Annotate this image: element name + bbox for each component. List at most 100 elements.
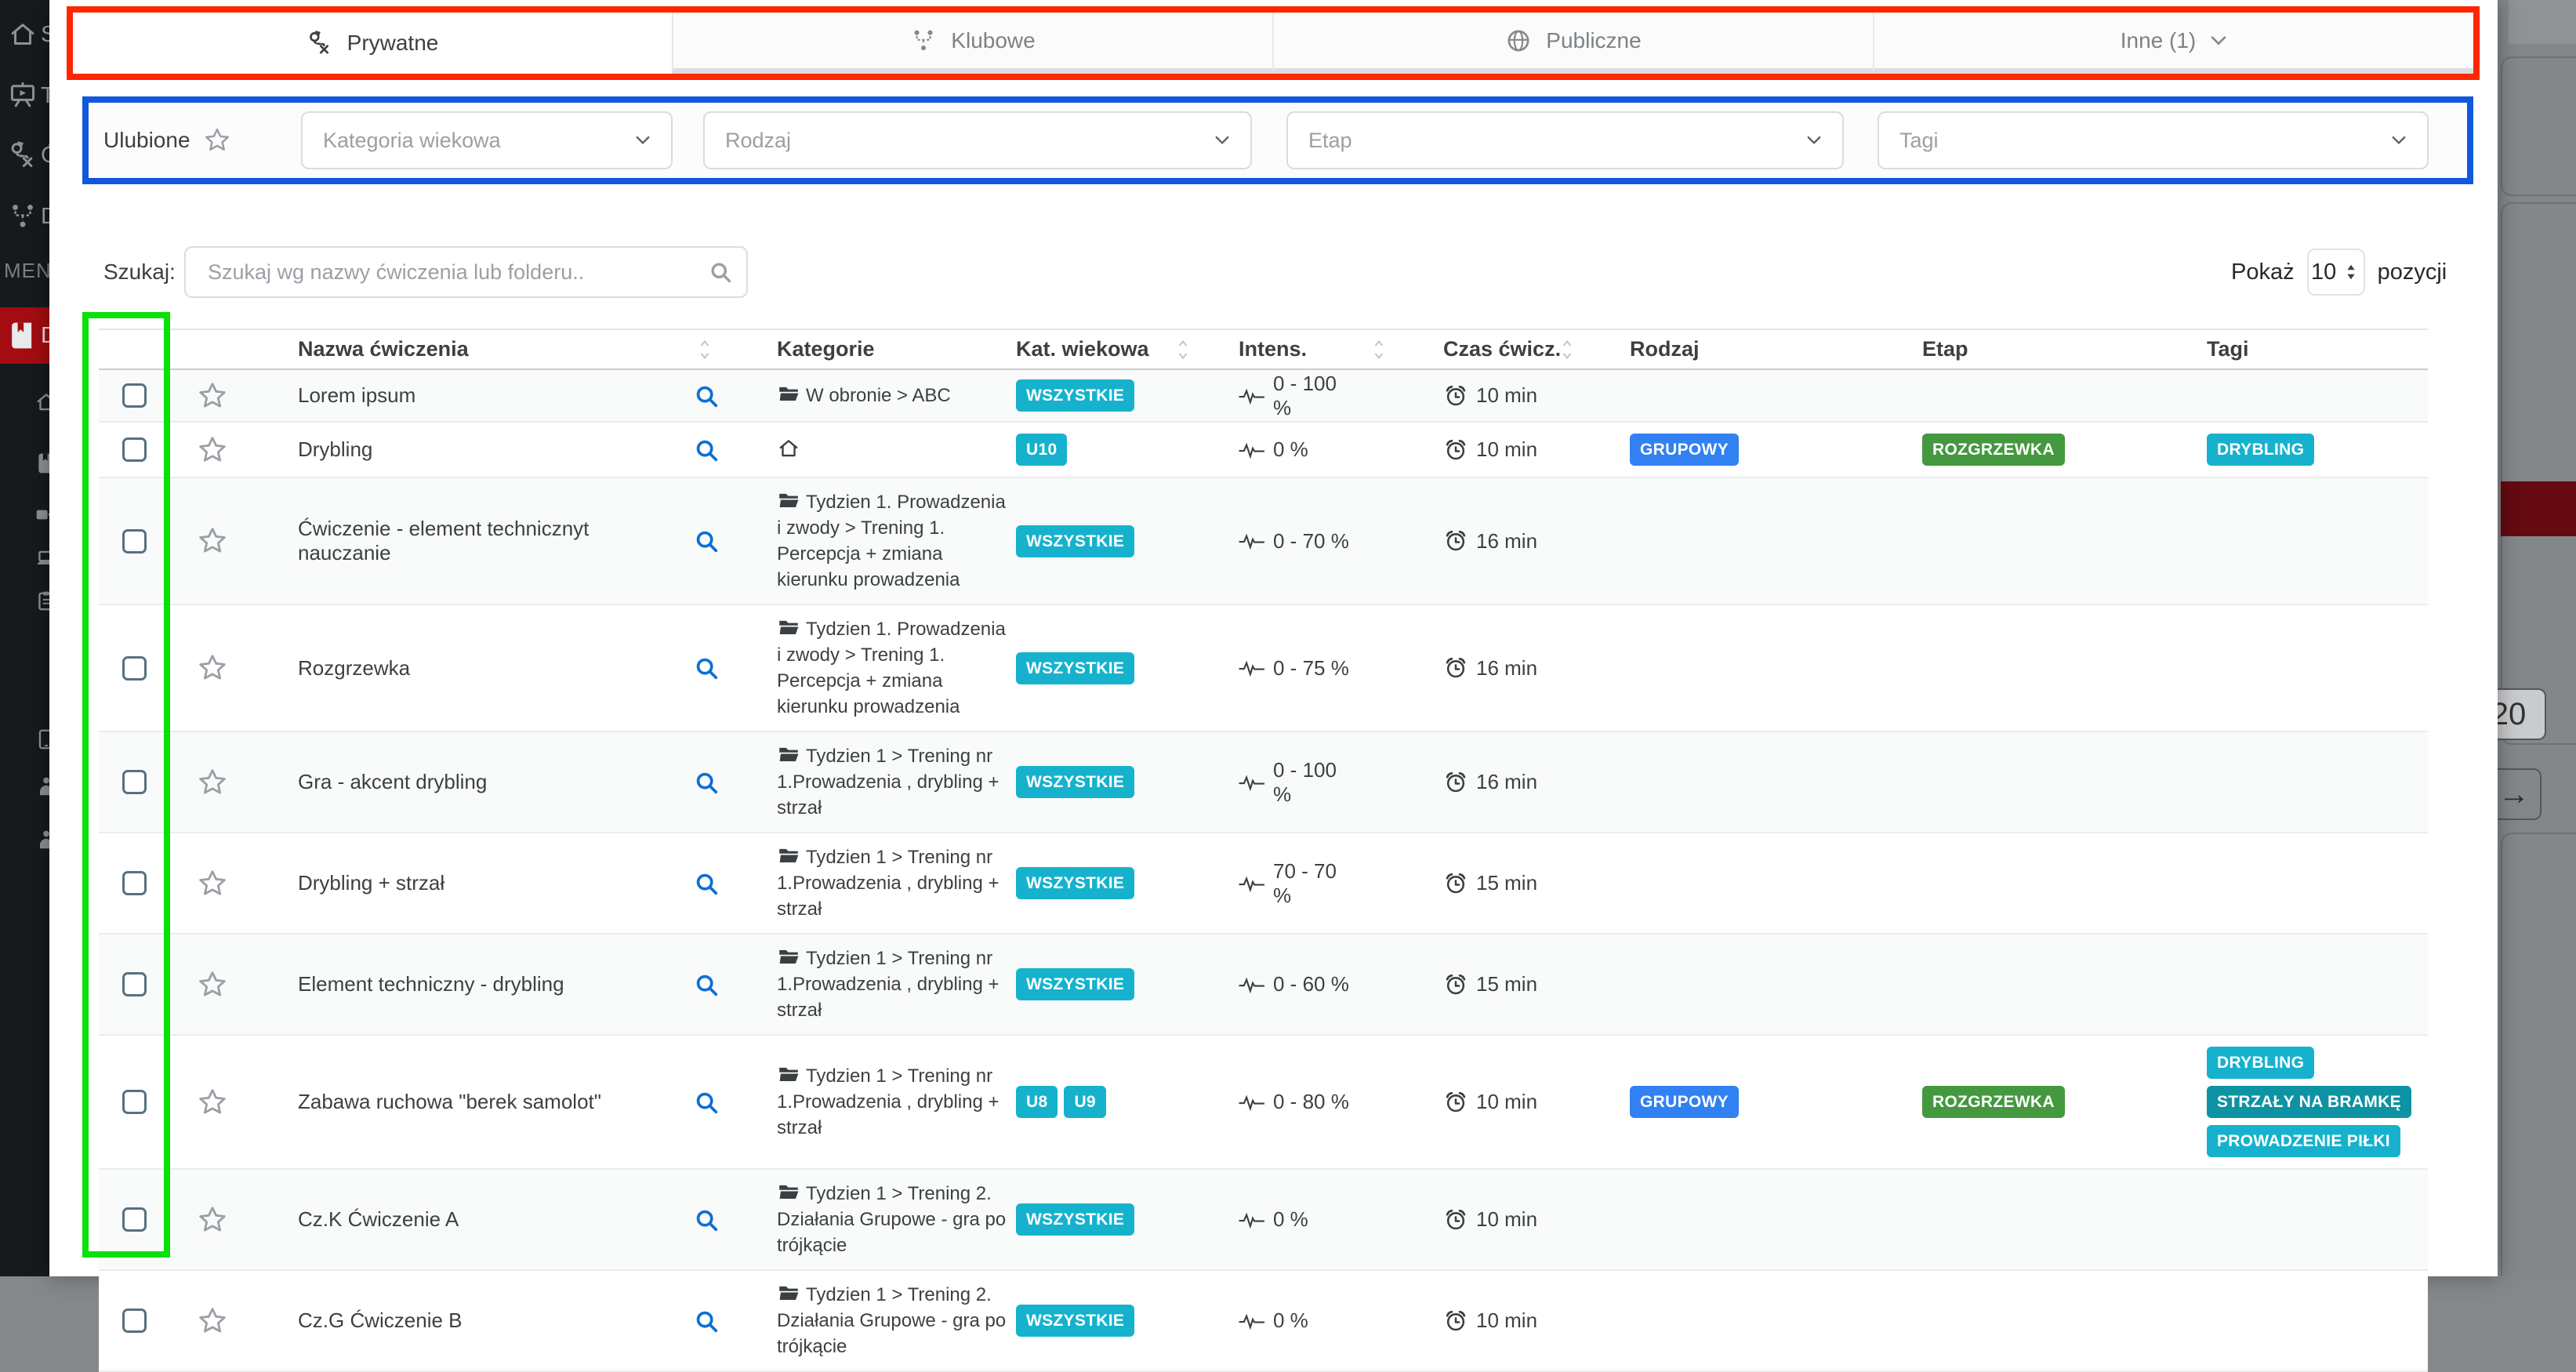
- home-icon[interactable]: [34, 390, 49, 414]
- favorite-star-icon[interactable]: [197, 652, 228, 684]
- spinner-icon[interactable]: [2342, 263, 2360, 281]
- header-exercise-name[interactable]: Nazwa ćwiczenia: [256, 337, 679, 361]
- row-select-cell: [99, 656, 169, 681]
- zoom-preview-icon[interactable]: [694, 655, 719, 681]
- category-cell: Tydzien 1 > Trening nr 1.Prowadzenia , d…: [734, 732, 1016, 832]
- age-category-cell: WSZYSTKIE: [1016, 1203, 1157, 1236]
- sidebar-item-label: Ć: [41, 143, 49, 169]
- row-checkbox[interactable]: [122, 871, 147, 895]
- tag-badge: PROWADZENIE PIŁKI: [2207, 1125, 2400, 1157]
- video-camera-icon[interactable]: [34, 503, 49, 527]
- zoom-preview-icon[interactable]: [694, 1308, 719, 1334]
- sidebar-item-label: D: [41, 323, 49, 349]
- folder-icon: [777, 1183, 806, 1204]
- tab-klubowe[interactable]: Klubowe: [672, 13, 1272, 74]
- row-checkbox[interactable]: [122, 383, 147, 408]
- age-category-badge: WSZYSTKIE: [1016, 867, 1134, 899]
- type-cell: GRUPOWY: [1541, 434, 1831, 466]
- age-category-badge: WSZYSTKIE: [1016, 379, 1134, 412]
- favorite-star-icon[interactable]: [197, 1204, 228, 1236]
- visibility-tabs: Prywatne Klubowe Publiczne Inne (1): [73, 13, 2473, 74]
- sidebar-item-active[interactable]: D: [0, 307, 49, 364]
- zoom-preview-icon[interactable]: [694, 972, 719, 997]
- exercise-name: Element techniczny - drybling: [256, 972, 679, 996]
- time-value: 16 min: [1476, 770, 1537, 794]
- row-checkbox[interactable]: [122, 1308, 147, 1333]
- favorite-star-icon[interactable]: [197, 434, 228, 466]
- tab-publiczne[interactable]: Publiczne: [1272, 13, 1873, 74]
- page-size-select[interactable]: 10: [2307, 249, 2365, 296]
- header-time[interactable]: Czas ćwicz.: [1353, 337, 1541, 361]
- table-row: Zabawa ruchowa "berek samolot"Tydzien 1 …: [99, 1036, 2428, 1170]
- intensity-cell: 0 - 80 %: [1157, 1089, 1353, 1116]
- age-category-cell: U8U9: [1016, 1086, 1157, 1118]
- exercise-name: Lorem ipsum: [256, 383, 679, 408]
- category-path: Tydzien 1 > Trening 2. Działania Grupowe…: [777, 1183, 1006, 1256]
- person-icon[interactable]: [34, 828, 49, 851]
- tab-label: Publiczne: [1546, 28, 1641, 53]
- row-checkbox[interactable]: [122, 1090, 147, 1114]
- zoom-preview-icon[interactable]: [694, 1207, 719, 1232]
- team-icon: [910, 27, 937, 54]
- favorite-star-icon[interactable]: [197, 868, 228, 899]
- filter-dropdown-tagi[interactable]: Tagi: [1878, 111, 2429, 169]
- age-category-badge: WSZYSTKIE: [1016, 1305, 1134, 1337]
- favorite-star-icon[interactable]: [197, 525, 228, 557]
- clipboard-icon[interactable]: [34, 590, 49, 613]
- book-icon[interactable]: [34, 452, 49, 475]
- filter-dropdown-rodzaj[interactable]: Rodzaj: [703, 111, 1252, 169]
- favorite-star-icon[interactable]: [197, 1087, 228, 1118]
- folder-icon: [777, 1284, 806, 1305]
- dimmed-background-page: 20 →: [2498, 0, 2576, 1276]
- laptop-icon[interactable]: [34, 547, 49, 571]
- tab-inne-1[interactable]: Inne (1): [1873, 13, 2473, 74]
- zoom-preview-icon[interactable]: [694, 871, 719, 896]
- favorite-star-icon[interactable]: [197, 380, 228, 412]
- sidebar-item[interactable]: Ć: [0, 132, 49, 179]
- time-cell: 10 min: [1353, 383, 1541, 408]
- row-checkbox[interactable]: [122, 437, 147, 462]
- time-cell: 10 min: [1353, 1308, 1541, 1334]
- row-favorite-cell: [169, 1305, 256, 1337]
- sort-icon[interactable]: [693, 338, 717, 361]
- tablet-icon[interactable]: [34, 728, 49, 751]
- zoom-preview-icon[interactable]: [694, 528, 719, 554]
- presentation-icon: [8, 81, 38, 111]
- row-checkbox[interactable]: [122, 770, 147, 794]
- sidebar-item[interactable]: T: [0, 72, 49, 119]
- row-select-cell: [99, 770, 169, 794]
- favorite-star-icon[interactable]: [197, 969, 228, 1000]
- zoom-preview-icon[interactable]: [694, 1090, 719, 1115]
- sidebar-item[interactable]: S: [0, 11, 49, 58]
- category-path: Tydzien 1. Prowadzenia i zwody > Trening…: [777, 619, 1006, 717]
- sidebar-item[interactable]: D: [0, 193, 49, 240]
- header-intensity[interactable]: Intens.: [1157, 337, 1353, 361]
- intensity-cell: 0 - 100 %: [1157, 758, 1353, 807]
- row-checkbox[interactable]: [122, 1207, 147, 1232]
- chevron-down-icon: [2210, 32, 2227, 49]
- favorites-filter[interactable]: Ulubione: [103, 103, 231, 178]
- row-checkbox[interactable]: [122, 656, 147, 681]
- tab-label: Prywatne: [347, 31, 439, 56]
- person-icon[interactable]: [34, 775, 49, 798]
- filter-dropdown-etap[interactable]: Etap: [1286, 111, 1844, 169]
- row-checkbox[interactable]: [122, 529, 147, 554]
- tab-label: Inne (1): [2121, 28, 2197, 53]
- zoom-preview-icon[interactable]: [694, 383, 719, 408]
- zoom-preview-icon[interactable]: [694, 437, 719, 463]
- tab-prywatne[interactable]: Prywatne: [73, 13, 672, 74]
- header-age-category[interactable]: Kat. wiekowa: [1016, 337, 1157, 361]
- stage-cell: ROZGRZEWKA: [1831, 434, 2117, 466]
- category-cell: Tydzien 1 > Trening nr 1.Prowadzenia , d…: [734, 833, 1016, 933]
- row-favorite-cell: [169, 434, 256, 466]
- favorite-star-icon[interactable]: [197, 1305, 228, 1337]
- row-favorite-cell: [169, 380, 256, 412]
- star-icon[interactable]: [203, 126, 231, 154]
- filter-dropdown-kategoria-wiekowa[interactable]: Kategoria wiekowa: [301, 111, 673, 169]
- favorite-star-icon[interactable]: [197, 767, 228, 798]
- row-checkbox[interactable]: [122, 972, 147, 996]
- search-input[interactable]: [206, 260, 709, 285]
- home-icon: [8, 20, 38, 49]
- zoom-preview-icon[interactable]: [694, 770, 719, 795]
- intensity-cell: 0 - 75 %: [1157, 655, 1353, 681]
